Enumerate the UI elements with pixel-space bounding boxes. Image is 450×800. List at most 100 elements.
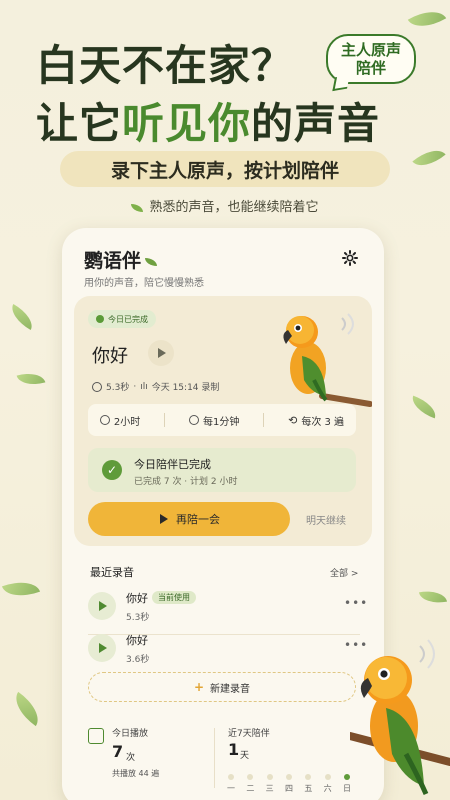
- weekday-label: 二: [246, 784, 255, 793]
- leaf-icon: [145, 257, 158, 266]
- completion-box: ✓ 今日陪伴已完成 已完成 7 次 · 计划 2 小时: [88, 448, 356, 492]
- clock-icon: [92, 381, 102, 392]
- weekday-label: 一: [227, 784, 235, 793]
- gear-icon[interactable]: [342, 250, 358, 266]
- divider: [164, 413, 166, 427]
- in-use-badge: 当前使用: [152, 591, 196, 604]
- plus-icon: +: [193, 680, 205, 694]
- headline-part: 的声音: [251, 99, 381, 148]
- separator-dot: ·: [133, 381, 137, 392]
- schedule-frequency-text: 每1分钟: [203, 416, 240, 428]
- day-dot: [247, 774, 254, 780]
- today-plays-unit: 次: [126, 753, 136, 763]
- today-plays-count: 7: [112, 742, 124, 761]
- headline-line-1: 白天不在家？: [36, 41, 295, 90]
- recorded-time: 今天 15:14 录制: [151, 383, 220, 393]
- recording-name: 你好: [126, 634, 148, 647]
- today-card: 今日已完成 你好 5.3秒 · ılı 今天 15:14 录制 2小时 每1分钟: [74, 296, 372, 546]
- bubble-text: 主人原声: [340, 41, 401, 59]
- day-dot: [305, 774, 312, 780]
- clock-icon: [189, 415, 200, 425]
- recording-duration: 5.3秒: [126, 613, 150, 623]
- today-plays-label: 今日播放: [112, 729, 149, 739]
- schedule-duration-text: 2小时: [113, 416, 141, 428]
- current-recording-name: 你好: [92, 346, 128, 367]
- day-dot: [285, 774, 292, 780]
- day-dot: [266, 774, 273, 780]
- play-button[interactable]: [148, 340, 174, 366]
- tagline-text: 熟悉的声音，也能继续陪着它: [149, 200, 319, 215]
- app-title: 鹦语伴: [84, 246, 158, 273]
- weekday-label: 四: [284, 784, 293, 793]
- speech-bubble: 主人原声 陪伴: [326, 34, 416, 84]
- subtitle-banner: 录下主人原声，按计划陪伴: [60, 151, 390, 187]
- schedule-repeat-text: 每次 3 遍: [301, 416, 345, 428]
- app-title-text: 鹦语伴: [84, 250, 142, 272]
- week-label: 近7天陪伴: [228, 729, 270, 739]
- play-button[interactable]: [88, 592, 116, 620]
- view-all-link[interactable]: 全部 >: [330, 566, 358, 579]
- day-dot: [228, 774, 234, 780]
- divider: [214, 728, 215, 788]
- recording-duration: 5.3秒: [106, 383, 130, 393]
- weekday-fri: 五: [301, 774, 315, 794]
- divider: [263, 413, 265, 427]
- weekday-label: 三: [265, 784, 274, 793]
- section-title: 最近录音: [90, 566, 134, 579]
- week-unit: 天: [240, 751, 250, 761]
- play-button[interactable]: [88, 634, 116, 662]
- new-recording-label: 新建录音: [210, 683, 251, 695]
- accompany-again-button[interactable]: 再陪一会: [88, 502, 290, 536]
- weekday-wed: 三: [263, 774, 277, 794]
- headline-highlight: 听见你: [122, 99, 252, 148]
- more-icon[interactable]: •••: [344, 596, 368, 610]
- bubble-text: 陪伴: [355, 59, 386, 77]
- play-icon: [99, 601, 107, 611]
- weekday-mon: 一: [224, 774, 238, 794]
- schedule-row[interactable]: 2小时 每1分钟 ⟲ 每次 3 遍: [88, 404, 356, 436]
- schedule-duration[interactable]: 2小时: [99, 413, 141, 428]
- weekday-sat: 六: [321, 774, 335, 794]
- accompany-again-label: 再陪一会: [176, 513, 220, 526]
- play-icon: [99, 643, 107, 653]
- recording-meta: 5.3秒 · ılı 今天 15:14 录制: [92, 380, 219, 393]
- headline-part: 让它: [36, 99, 123, 148]
- parrot-illustration: [283, 313, 372, 407]
- recording-duration: 3.6秒: [126, 655, 150, 665]
- weekday-label: 六: [323, 784, 332, 793]
- leaf-decoration: [6, 303, 38, 331]
- day-dot: [324, 774, 331, 780]
- new-recording-button[interactable]: + 新建录音: [88, 672, 356, 702]
- parrot-illustration: [350, 639, 450, 796]
- headline-line-2: 让它听见你的声音: [36, 90, 380, 151]
- schedule-repeat[interactable]: ⟲ 每次 3 遍: [288, 413, 344, 428]
- repeat-icon: ⟲: [288, 413, 298, 427]
- play-icon: [158, 348, 166, 358]
- status-badge: 今日已完成: [88, 310, 156, 328]
- tagline: 熟悉的声音，也能继续陪着它: [0, 196, 450, 215]
- status-badge-text: 今日已完成: [108, 314, 148, 324]
- leaf-decoration: [1, 574, 41, 604]
- leaf-decoration: [16, 368, 46, 390]
- weekday-tue: 二: [243, 774, 257, 794]
- leaf-decoration: [418, 587, 448, 607]
- hero-section: 白天不在家？ 让它听见你的声音 主人原声 陪伴 录下主人原声，按计划陪伴 熟悉的…: [0, 0, 450, 225]
- total-plays: 共播放 44 遍: [112, 769, 160, 778]
- check-icon: ✓: [102, 460, 122, 480]
- schedule-frequency[interactable]: 每1分钟: [189, 413, 239, 428]
- leaf-icon: [131, 203, 144, 212]
- recording-name: 你好: [126, 592, 148, 605]
- clock-icon: [99, 415, 110, 425]
- app-subtitle: 用你的声音，陪它慢慢熟悉: [84, 278, 204, 289]
- recent-recordings-card: 最近录音 全部 > 你好 当前使用 5.3秒 ••• 你好 3.6秒 ••• +…: [74, 554, 372, 710]
- leaf-decoration: [408, 395, 440, 419]
- waveform-icon: ılı: [140, 381, 148, 392]
- check-icon: [96, 315, 104, 323]
- continue-tomorrow-link[interactable]: 明天继续: [306, 512, 346, 527]
- week-count: 1: [228, 740, 240, 759]
- list-item[interactable]: 你好 3.6秒 •••: [88, 630, 367, 670]
- calendar-check-icon: [88, 728, 104, 744]
- app-screen: 鹦语伴 用你的声音，陪它慢慢熟悉 今日已完成 你好 5.3秒 · ılı 今天 …: [62, 228, 384, 800]
- list-item[interactable]: 你好 当前使用 5.3秒 •••: [88, 588, 367, 628]
- week-tracker: 一 二 三 四 五 六 日: [224, 774, 354, 794]
